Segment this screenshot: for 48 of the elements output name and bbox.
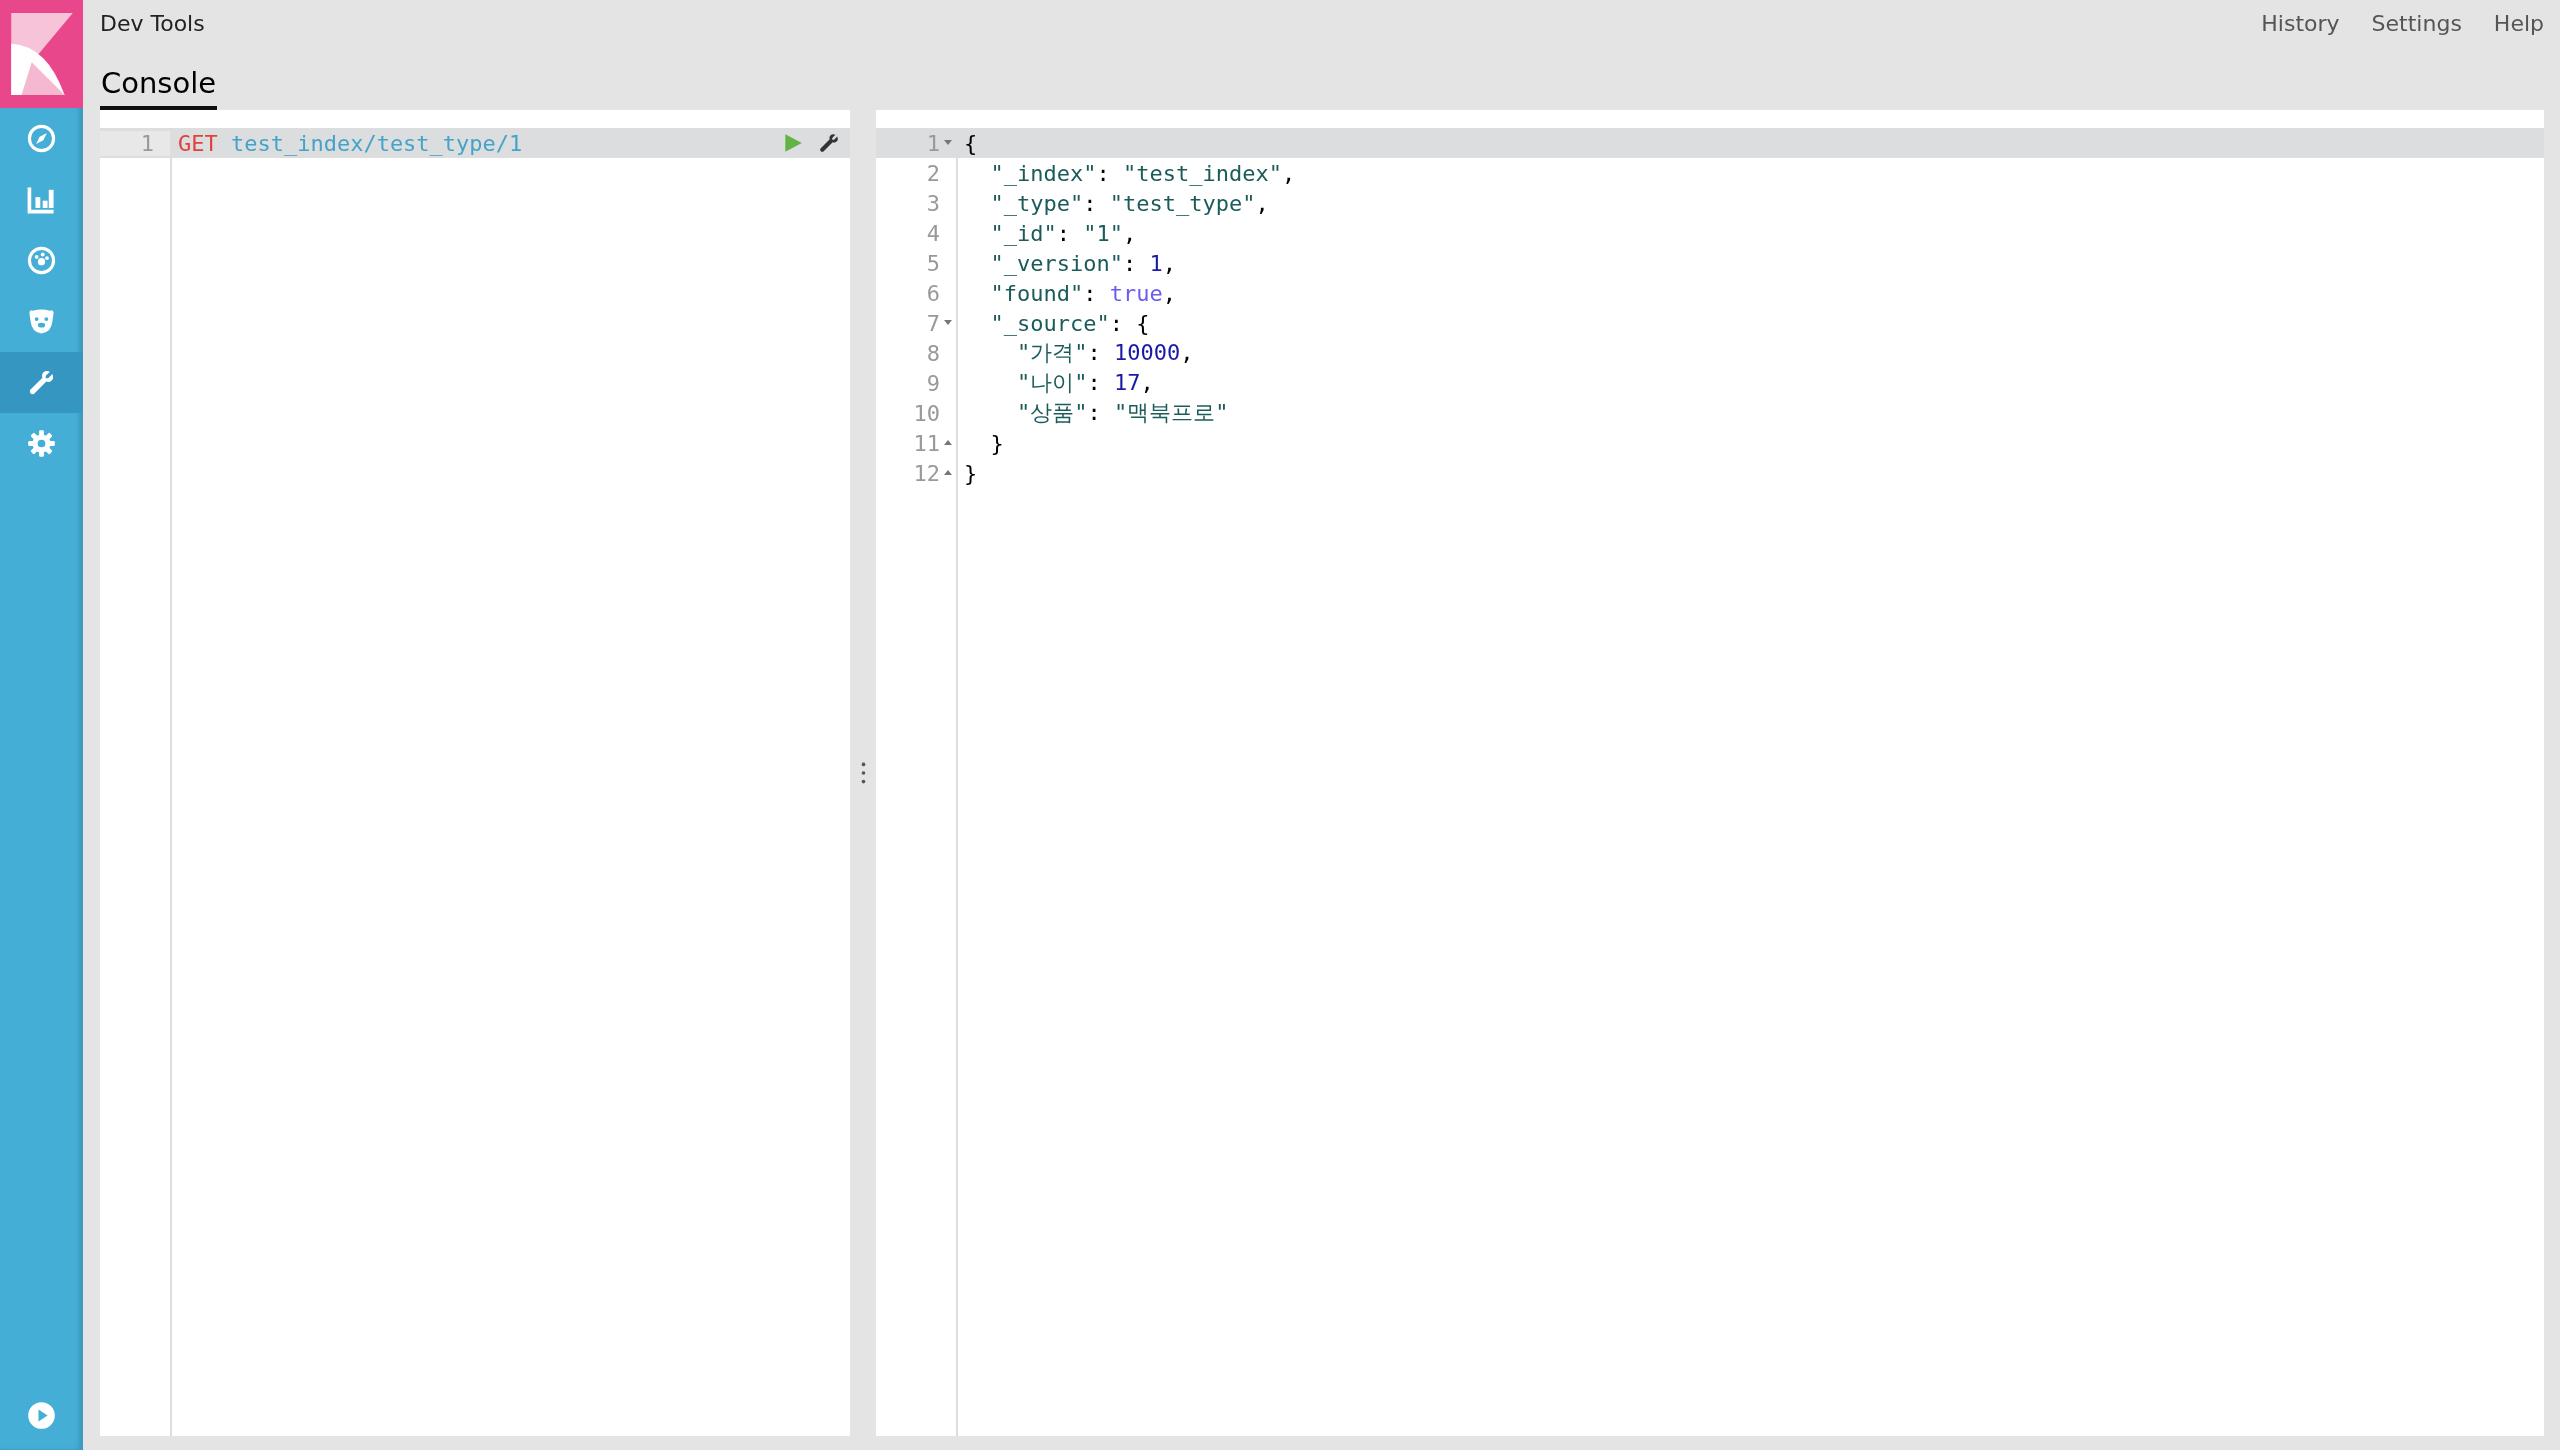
line-number: 9 xyxy=(925,370,940,396)
code-line: "_id": "1", xyxy=(989,220,1138,246)
code-line: "나이": 17, xyxy=(1015,369,1155,397)
menu-link[interactable]: Settings xyxy=(2371,10,2462,36)
unfold-caret-icon[interactable] xyxy=(944,440,952,446)
line-number: 7 xyxy=(925,310,940,336)
code-line: "_version": 1, xyxy=(989,250,1177,276)
code-line: "_source": { xyxy=(989,310,1151,336)
code-line: GET test_index/test_type/1 xyxy=(177,130,524,156)
bar-chart-icon xyxy=(27,185,56,214)
line-number: 12 xyxy=(912,460,940,486)
line-number: 10 xyxy=(912,400,940,426)
code-line: "found": true, xyxy=(989,280,1177,306)
unfold-caret-icon[interactable] xyxy=(944,470,952,476)
wrench-icon xyxy=(27,368,56,397)
code-line: "가격": 10000, xyxy=(1015,339,1195,367)
gauge-icon xyxy=(27,246,56,275)
code-line: { xyxy=(963,130,979,156)
line-number: 1 xyxy=(925,130,940,156)
line-number: 6 xyxy=(925,280,940,306)
logo[interactable] xyxy=(0,0,83,108)
code-line: } xyxy=(989,430,1005,456)
logo-icon xyxy=(8,13,75,95)
menu-link[interactable]: Help xyxy=(2493,10,2544,36)
fold-caret-icon[interactable] xyxy=(944,320,952,326)
play-circle-icon xyxy=(27,1400,56,1430)
line-number: 3 xyxy=(925,190,940,216)
line-number: 4 xyxy=(925,220,940,246)
page-title: Dev Tools xyxy=(100,10,205,36)
bear-face-icon xyxy=(27,307,56,336)
code-line: } xyxy=(963,460,979,486)
request-editor[interactable]: 1 GET test_index/test_type/1 xyxy=(100,110,850,1436)
line-number: 11 xyxy=(912,430,940,456)
line-number: 2 xyxy=(925,160,940,186)
compass-icon xyxy=(27,124,56,153)
code-line: "_type": "test_type", xyxy=(989,190,1270,216)
settings-icon xyxy=(27,429,56,458)
code-line: "_index": "test_index", xyxy=(989,160,1297,186)
fold-caret-icon[interactable] xyxy=(944,140,952,146)
line-number: 8 xyxy=(925,340,940,366)
line-number: 5 xyxy=(925,250,940,276)
wrench-icon[interactable] xyxy=(818,132,840,154)
play-icon[interactable] xyxy=(782,132,804,154)
menu-link[interactable]: History xyxy=(2261,10,2340,36)
code-line: "상품": "맥북프로" xyxy=(1015,399,1230,427)
line-number: 1 xyxy=(100,130,170,156)
resize-handle-icon[interactable] xyxy=(860,762,866,784)
nav-item[interactable] xyxy=(0,352,83,413)
